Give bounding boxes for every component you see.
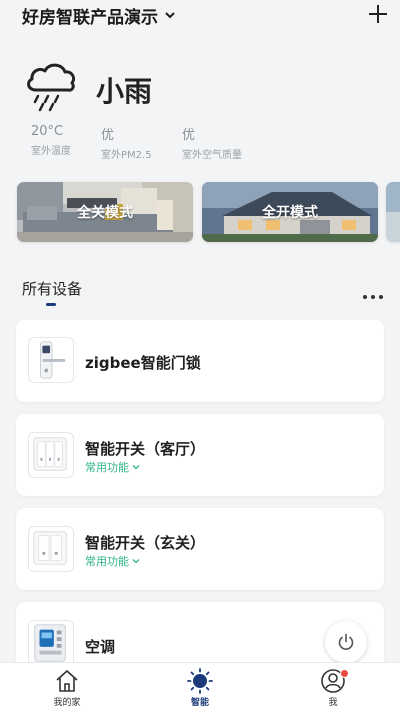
section-underline — [46, 303, 56, 306]
nav-label: 我的家 — [53, 698, 81, 708]
scene-label: 全关模式 — [77, 205, 133, 221]
scene-label: 全开模式 — [262, 205, 318, 221]
more-dots-icon — [363, 295, 383, 299]
home-icon — [56, 670, 78, 692]
bottom-nav: 我的家 智能 我 — [0, 662, 400, 712]
plus-icon — [369, 5, 387, 23]
nav-item-my-home[interactable]: 我的家 — [27, 663, 107, 712]
scene-card-all-off[interactable]: 全关模式 — [17, 182, 193, 242]
device-name: 智能开关（客厅） — [85, 440, 206, 458]
device-card-door-lock[interactable]: zigbee智能门锁 — [16, 320, 384, 402]
device-card-switch-entrance[interactable]: 智能开关（玄关） 常用功能 — [16, 508, 384, 590]
home-selector[interactable]: 好房智联产品演示 — [22, 4, 176, 28]
nav-item-smart[interactable]: 智能 — [160, 663, 240, 712]
add-button[interactable] — [366, 2, 390, 26]
weather-condition: 小雨 — [96, 75, 153, 108]
device-name: zigbee智能门锁 — [85, 354, 201, 372]
nav-label: 我 — [328, 698, 338, 708]
more-options-button[interactable] — [362, 285, 384, 299]
section-title-all-devices: 所有设备 — [22, 280, 83, 298]
stat-label: 室外温度 — [31, 146, 71, 157]
stat-value: 优 — [101, 128, 115, 143]
chevron-down-icon — [132, 465, 140, 470]
outdoor-pm25: 优 室外PM2.5 — [101, 124, 152, 161]
wall-switch-icon — [28, 526, 74, 572]
rain-cloud-icon — [22, 56, 80, 114]
chevron-down-icon — [132, 559, 140, 564]
outdoor-temperature: 20°C 室外温度 — [31, 124, 71, 157]
outdoor-air-quality: 优 室外空气质量 — [182, 124, 242, 161]
stat-value: 优 — [182, 128, 196, 143]
device-card-switch-living-room[interactable]: 智能开关（客厅） 常用功能 — [16, 414, 384, 496]
common-functions-toggle[interactable]: 常用功能 — [85, 459, 140, 475]
common-functions-label: 常用功能 — [85, 555, 129, 568]
notification-badge — [340, 669, 349, 678]
wall-switch-icon — [28, 432, 74, 478]
scene-card-all-on[interactable]: 全开模式 — [202, 182, 378, 242]
sun-icon — [187, 668, 213, 694]
nav-item-me[interactable]: 我 — [293, 663, 373, 712]
common-functions-label: 常用功能 — [85, 461, 129, 474]
ac-controller-icon — [28, 620, 74, 666]
nav-label: 智能 — [190, 698, 209, 708]
scene-card-partial[interactable] — [386, 182, 400, 242]
chevron-down-icon — [165, 12, 175, 19]
stat-value: 20°C — [31, 124, 64, 139]
scene-image — [386, 182, 400, 242]
home-name: 好房智联产品演示 — [22, 7, 158, 28]
device-name: 空调 — [85, 638, 116, 656]
power-button[interactable] — [325, 621, 367, 663]
power-icon — [338, 633, 354, 650]
door-lock-icon — [28, 337, 74, 383]
stat-label: 室外PM2.5 — [101, 150, 152, 161]
common-functions-toggle[interactable]: 常用功能 — [85, 553, 140, 569]
device-name: 智能开关（玄关） — [85, 534, 206, 552]
stat-label: 室外空气质量 — [182, 150, 242, 161]
